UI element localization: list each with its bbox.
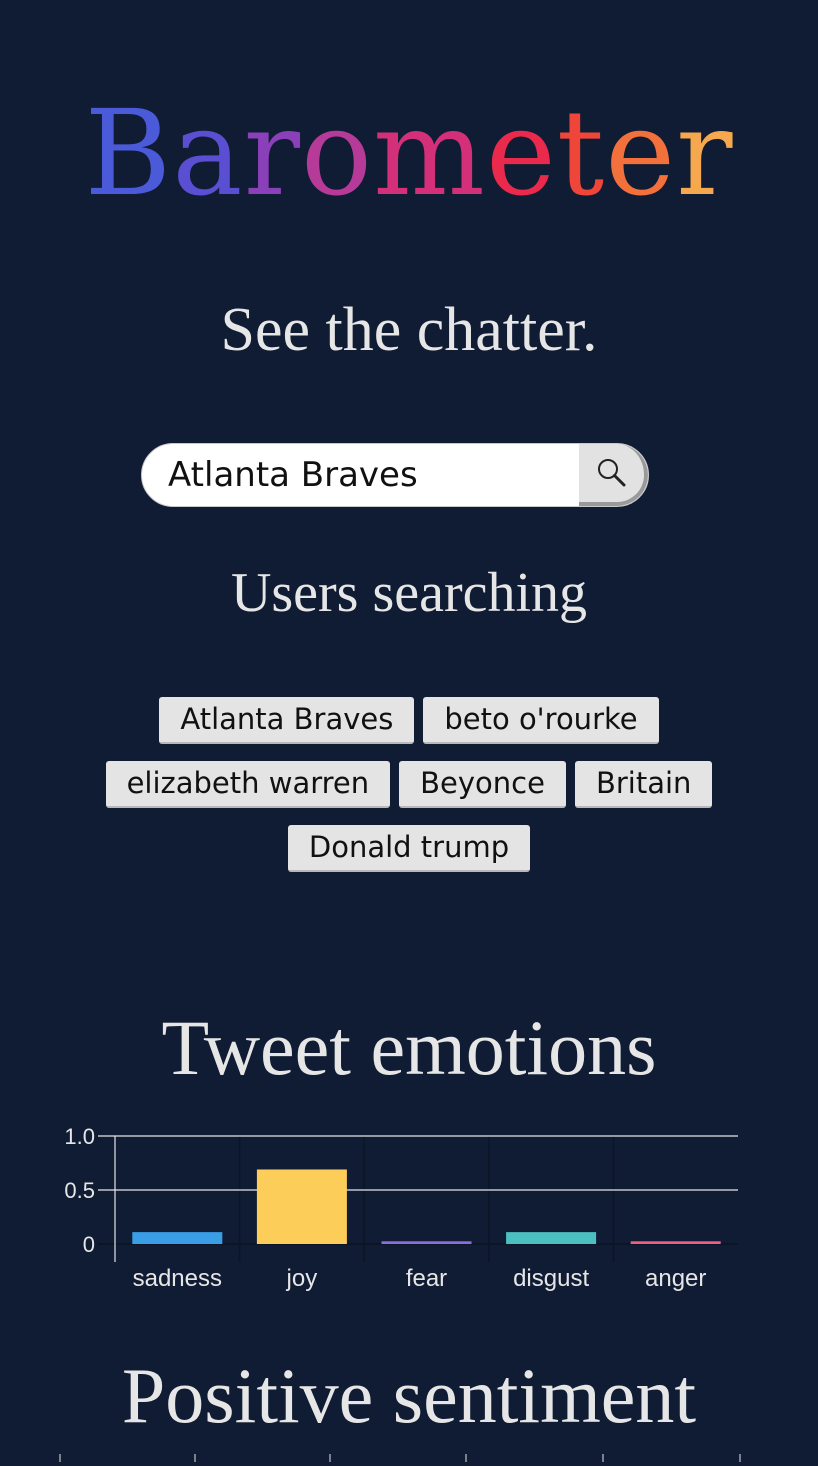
users-searching-list: Atlanta Braves beto o'rourke elizabeth w… <box>60 697 758 872</box>
logo-letter: a <box>172 84 244 222</box>
x-tick-label: disgust <box>513 1265 589 1292</box>
search-icon <box>597 459 625 487</box>
search-chip[interactable]: Beyonce <box>399 761 566 808</box>
search-chip[interactable]: beto o'rourke <box>423 697 659 744</box>
search-button[interactable] <box>579 444 648 506</box>
bar-sadness <box>132 1232 223 1244</box>
x-tick-label: fear <box>406 1265 447 1292</box>
tagline: See the chatter. <box>220 296 598 364</box>
tweet-emotions-title: Tweet emotions <box>161 1004 657 1091</box>
bar-anger <box>630 1241 721 1244</box>
logo-letter: e <box>605 84 677 222</box>
y-tick-label: 1.0 <box>64 1124 95 1149</box>
x-tick-label: anger <box>645 1265 706 1292</box>
x-tick-label: sadness <box>133 1265 222 1292</box>
logo-letter: r <box>243 84 301 222</box>
search-chip[interactable]: Atlanta Braves <box>159 697 415 744</box>
app-logo: Barometer <box>0 78 818 228</box>
search-input[interactable] <box>142 444 580 506</box>
bar-disgust <box>506 1232 597 1244</box>
users-searching-title: Users searching <box>230 562 588 624</box>
emotion-bar-chart: 0 0.5 1.0 sadness joy fear disgust anger <box>64 1124 738 1292</box>
logo-letter: e <box>485 84 557 222</box>
search-chip[interactable]: elizabeth warren <box>105 761 391 808</box>
sentiment-chart-axis <box>59 1454 741 1462</box>
logo-letter: m <box>373 84 486 222</box>
y-tick-label: 0 <box>83 1232 95 1257</box>
bar-fear <box>381 1241 472 1244</box>
logo-letter: t <box>556 84 606 222</box>
search-chip[interactable]: Britain <box>574 761 713 808</box>
logo-letter: B <box>84 84 173 222</box>
search-chip[interactable]: Donald trump <box>287 825 531 872</box>
bar-joy <box>256 1169 347 1244</box>
x-tick-label: joy <box>286 1265 318 1292</box>
y-tick-label: 0.5 <box>64 1178 95 1203</box>
logo-letter: o <box>301 84 374 222</box>
positive-sentiment-title: Positive sentiment <box>121 1352 697 1439</box>
logo-letter: r <box>676 84 734 222</box>
search-bar <box>141 443 649 507</box>
